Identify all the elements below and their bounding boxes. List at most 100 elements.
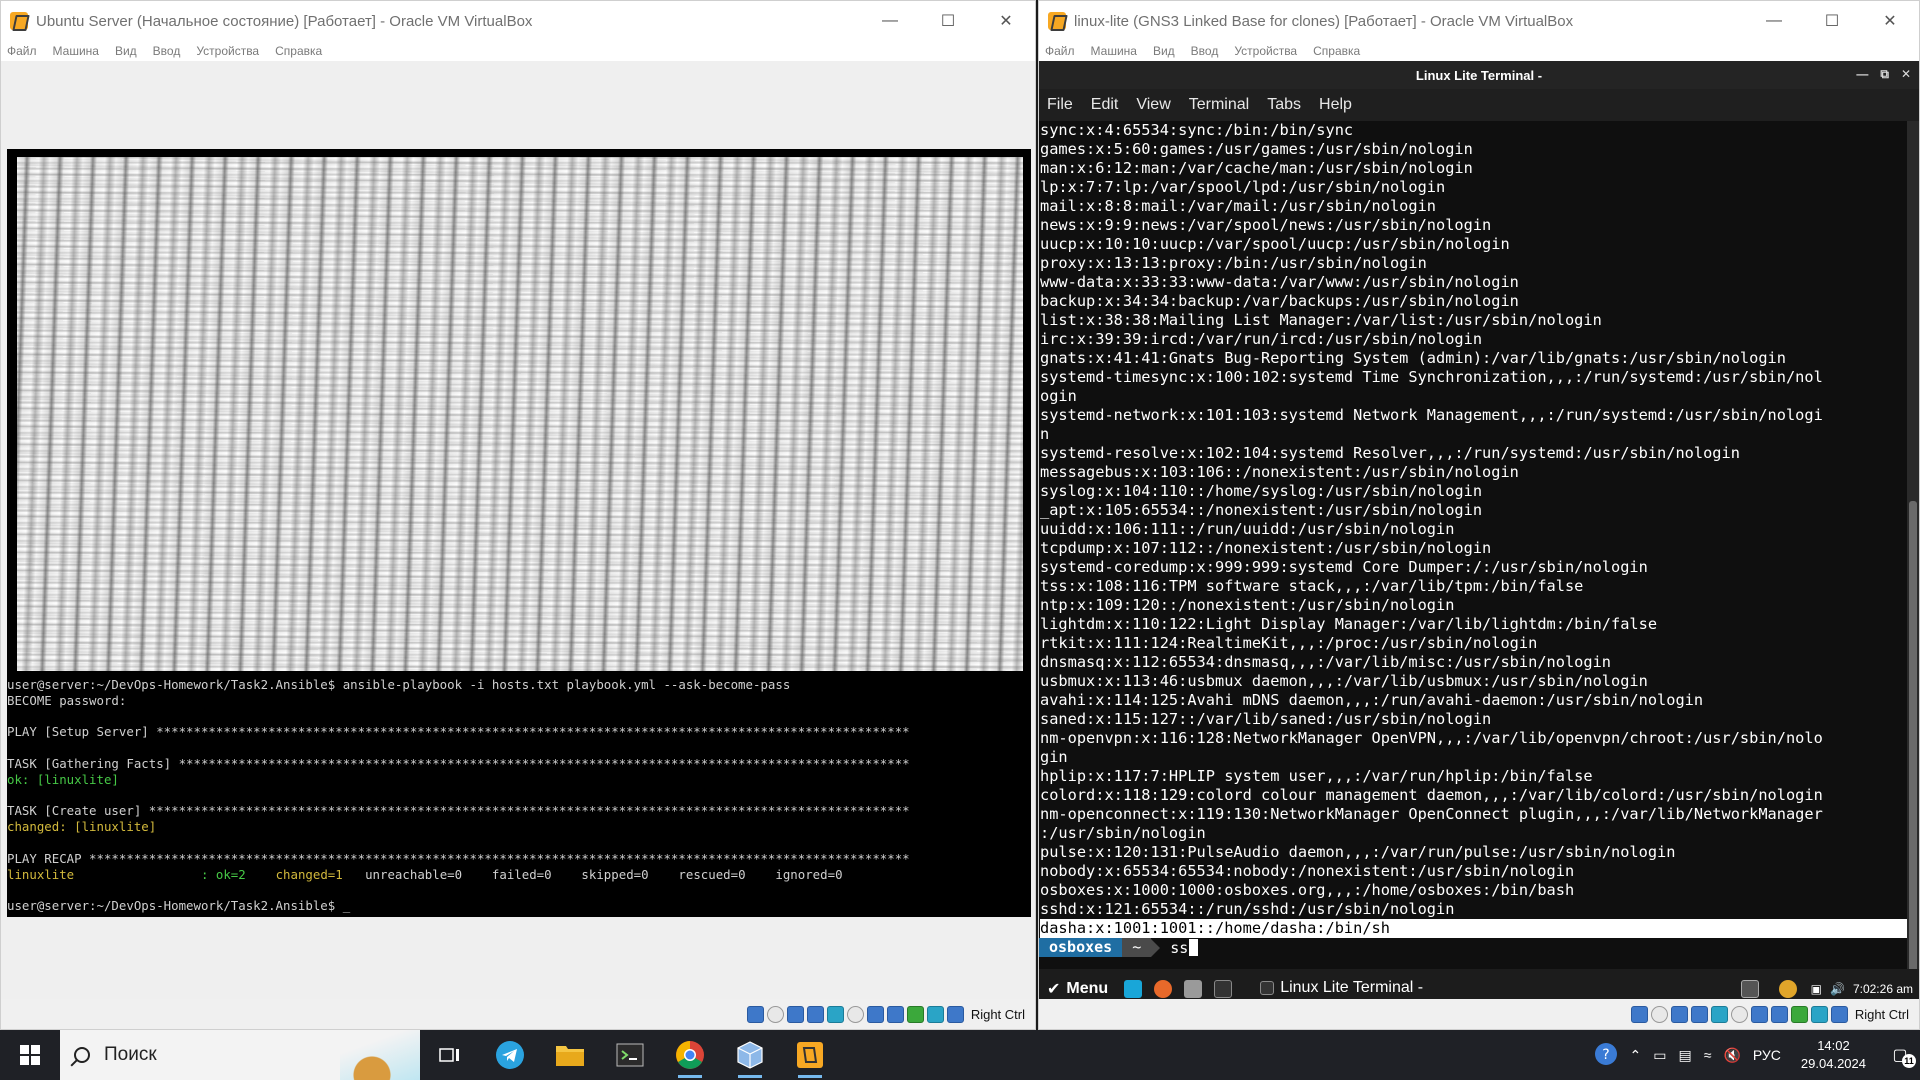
meet-now-icon[interactable]: ▤	[1679, 1047, 1692, 1064]
terminal-menu-file[interactable]: File	[1047, 96, 1073, 114]
vm-console-screen[interactable]: user@server:~/DevOps-Homework/Task2.Ansi…	[7, 149, 1031, 917]
menu-machine[interactable]: Машина	[1091, 44, 1137, 58]
network-icon[interactable]	[806, 1005, 824, 1023]
prompt-user: osboxes	[1039, 938, 1123, 957]
keyboard-capture-icon[interactable]	[946, 1005, 964, 1023]
display-icon[interactable]	[866, 1005, 884, 1023]
minimize-button[interactable]: —	[861, 1, 919, 41]
minimize-button[interactable]: —	[1745, 1, 1803, 41]
passwd-listing: sync:x:4:65534:sync:/bin:/bin/sync games:…	[1039, 121, 1907, 919]
network-icon[interactable]	[1690, 1005, 1708, 1023]
prompt-dir: ~	[1122, 938, 1152, 957]
terminal-menu-view[interactable]: View	[1136, 96, 1170, 114]
menu-help[interactable]: Справка	[275, 44, 322, 58]
mouse-integration-icon[interactable]	[926, 1005, 944, 1023]
panel-task-label: Linux Lite Terminal -	[1280, 979, 1424, 996]
language-indicator[interactable]: РУС	[1753, 1047, 1781, 1063]
vm-display-area[interactable]: Linux Lite Terminal - — ⧉ ✕ File Edit Vi…	[1039, 61, 1919, 1021]
usb-icon[interactable]	[1710, 1005, 1728, 1023]
prompt-input[interactable]: ss	[1170, 939, 1188, 957]
audio-icon[interactable]	[1670, 1005, 1688, 1023]
shared-folders-icon[interactable]	[846, 1005, 864, 1023]
terminal-output[interactable]: sync:x:4:65534:sync:/bin:/bin/sync games:…	[1039, 121, 1907, 969]
telegram-icon[interactable]	[480, 1030, 540, 1080]
terminal-menu-tabs[interactable]: Tabs	[1267, 96, 1301, 114]
vm-display-area[interactable]: user@server:~/DevOps-Homework/Task2.Ansi…	[1, 61, 1035, 999]
virtualbox-vm-icon[interactable]	[780, 1030, 840, 1080]
terminal-app-icon[interactable]	[600, 1030, 660, 1080]
text-cursor	[1189, 939, 1199, 956]
help-icon[interactable]: ?	[1594, 1042, 1618, 1069]
terminal-scrollbar[interactable]	[1907, 121, 1919, 1021]
taskbar-search-box[interactable]: Поиск	[60, 1030, 420, 1080]
window-titlebar[interactable]: Ubuntu Server (Начальное состояние) [Раб…	[1, 1, 1035, 41]
shared-folders-icon[interactable]	[1730, 1005, 1748, 1023]
notification-center-icon[interactable]: ▢ 11	[1880, 1040, 1920, 1070]
menu-input[interactable]: Ввод	[1191, 44, 1219, 58]
updates-icon[interactable]	[1778, 980, 1797, 998]
menu-view[interactable]: Вид	[1153, 44, 1175, 58]
display-icon[interactable]	[1750, 1005, 1768, 1023]
virtualbox-icon[interactable]	[720, 1030, 780, 1080]
linux-lite-terminal-window[interactable]: Linux Lite Terminal - — ⧉ ✕ File Edit Vi…	[1039, 61, 1919, 1021]
maximize-button[interactable]: ☐	[919, 1, 977, 41]
cpu-icon[interactable]	[906, 1005, 924, 1023]
usb-icon[interactable]	[826, 1005, 844, 1023]
recording-icon[interactable]	[1770, 1005, 1788, 1023]
screen-icon[interactable]: ▣	[1811, 982, 1822, 996]
terminal-menu-terminal[interactable]: Terminal	[1189, 96, 1249, 114]
wifi-icon[interactable]: ≈	[1704, 1047, 1712, 1063]
terminal-close-icon[interactable]: ✕	[1901, 67, 1911, 82]
workspace-switcher-icon[interactable]	[1740, 980, 1759, 998]
mouse-integration-icon[interactable]	[1810, 1005, 1828, 1023]
menu-devices[interactable]: Устройства	[1234, 44, 1297, 58]
terminal-menu-help[interactable]: Help	[1319, 96, 1352, 114]
recording-icon[interactable]	[886, 1005, 904, 1023]
menu-file[interactable]: Файл	[7, 44, 37, 58]
close-button[interactable]: ✕	[1861, 1, 1919, 41]
file-manager-icon[interactable]	[1184, 980, 1203, 998]
terminal-titlebar[interactable]: Linux Lite Terminal - — ⧉ ✕	[1039, 61, 1919, 89]
close-button[interactable]: ✕	[977, 1, 1035, 41]
menu-input[interactable]: Ввод	[153, 44, 181, 58]
taskbar-clock[interactable]: 14:02 29.04.2024	[1801, 1037, 1866, 1073]
terminal-launcher-icon[interactable]	[1214, 980, 1233, 998]
menu-machine[interactable]: Машина	[53, 44, 99, 58]
menu-file[interactable]: Файл	[1045, 44, 1075, 58]
terminal-line: tcpdump:x:107:112::/nonexistent:/usr/sbi…	[1040, 539, 1492, 557]
terminal-minimize-icon[interactable]: —	[1856, 67, 1868, 82]
hdd-icon[interactable]	[1630, 1005, 1648, 1023]
file-explorer-icon[interactable]	[540, 1030, 600, 1080]
desktop-icon[interactable]	[1124, 980, 1143, 998]
menu-help[interactable]: Справка	[1313, 44, 1360, 58]
terminal-line: sync:x:4:65534:sync:/bin:/bin/sync	[1040, 121, 1354, 139]
volume-icon[interactable]: 🔊	[1830, 982, 1845, 996]
virtualbox-window-ubuntu-server[interactable]: Ubuntu Server (Начальное состояние) [Раб…	[0, 0, 1036, 1030]
terminal-menu-edit[interactable]: Edit	[1091, 96, 1119, 114]
maximize-button[interactable]: ☐	[1803, 1, 1861, 41]
keyboard-capture-icon[interactable]	[1830, 1005, 1848, 1023]
terminal-maximize-icon[interactable]: ⧉	[1880, 67, 1889, 82]
menu-view[interactable]: Вид	[115, 44, 137, 58]
audio-icon[interactable]	[786, 1005, 804, 1023]
battery-icon[interactable]: ▭	[1653, 1047, 1666, 1064]
terminal-line: avahi:x:114:125:Avahi mDNS daemon,,,:/ru…	[1040, 691, 1704, 709]
terminal-line: gnats:x:41:41:Gnats Bug-Reporting System…	[1040, 349, 1786, 367]
menu-devices[interactable]: Устройства	[196, 44, 259, 58]
firefox-icon[interactable]	[1154, 980, 1173, 998]
volume-muted-icon[interactable]: 🔇	[1723, 1047, 1740, 1064]
console-line-recap: PLAY RECAP *****************************…	[7, 850, 910, 866]
terminal-line: backup:x:34:34:backup:/var/backups:/usr/…	[1040, 292, 1519, 310]
optical-drive-icon[interactable]	[1650, 1005, 1668, 1023]
task-view-icon[interactable]	[420, 1030, 480, 1080]
optical-drive-icon[interactable]	[766, 1005, 784, 1023]
hdd-icon[interactable]	[746, 1005, 764, 1023]
shell-prompt[interactable]: osboxes ~ ss	[1039, 938, 1907, 957]
cpu-icon[interactable]	[1790, 1005, 1808, 1023]
chevron-up-icon[interactable]: ⌃	[1630, 1047, 1642, 1064]
window-titlebar[interactable]: linux-lite (GNS3 Linked Base for clones)…	[1039, 1, 1919, 41]
start-button[interactable]	[0, 1030, 60, 1080]
panel-menu-button[interactable]: Menu	[1066, 980, 1108, 998]
virtualbox-window-linux-lite[interactable]: linux-lite (GNS3 Linked Base for clones)…	[1038, 0, 1920, 1030]
chrome-icon[interactable]	[660, 1030, 720, 1080]
